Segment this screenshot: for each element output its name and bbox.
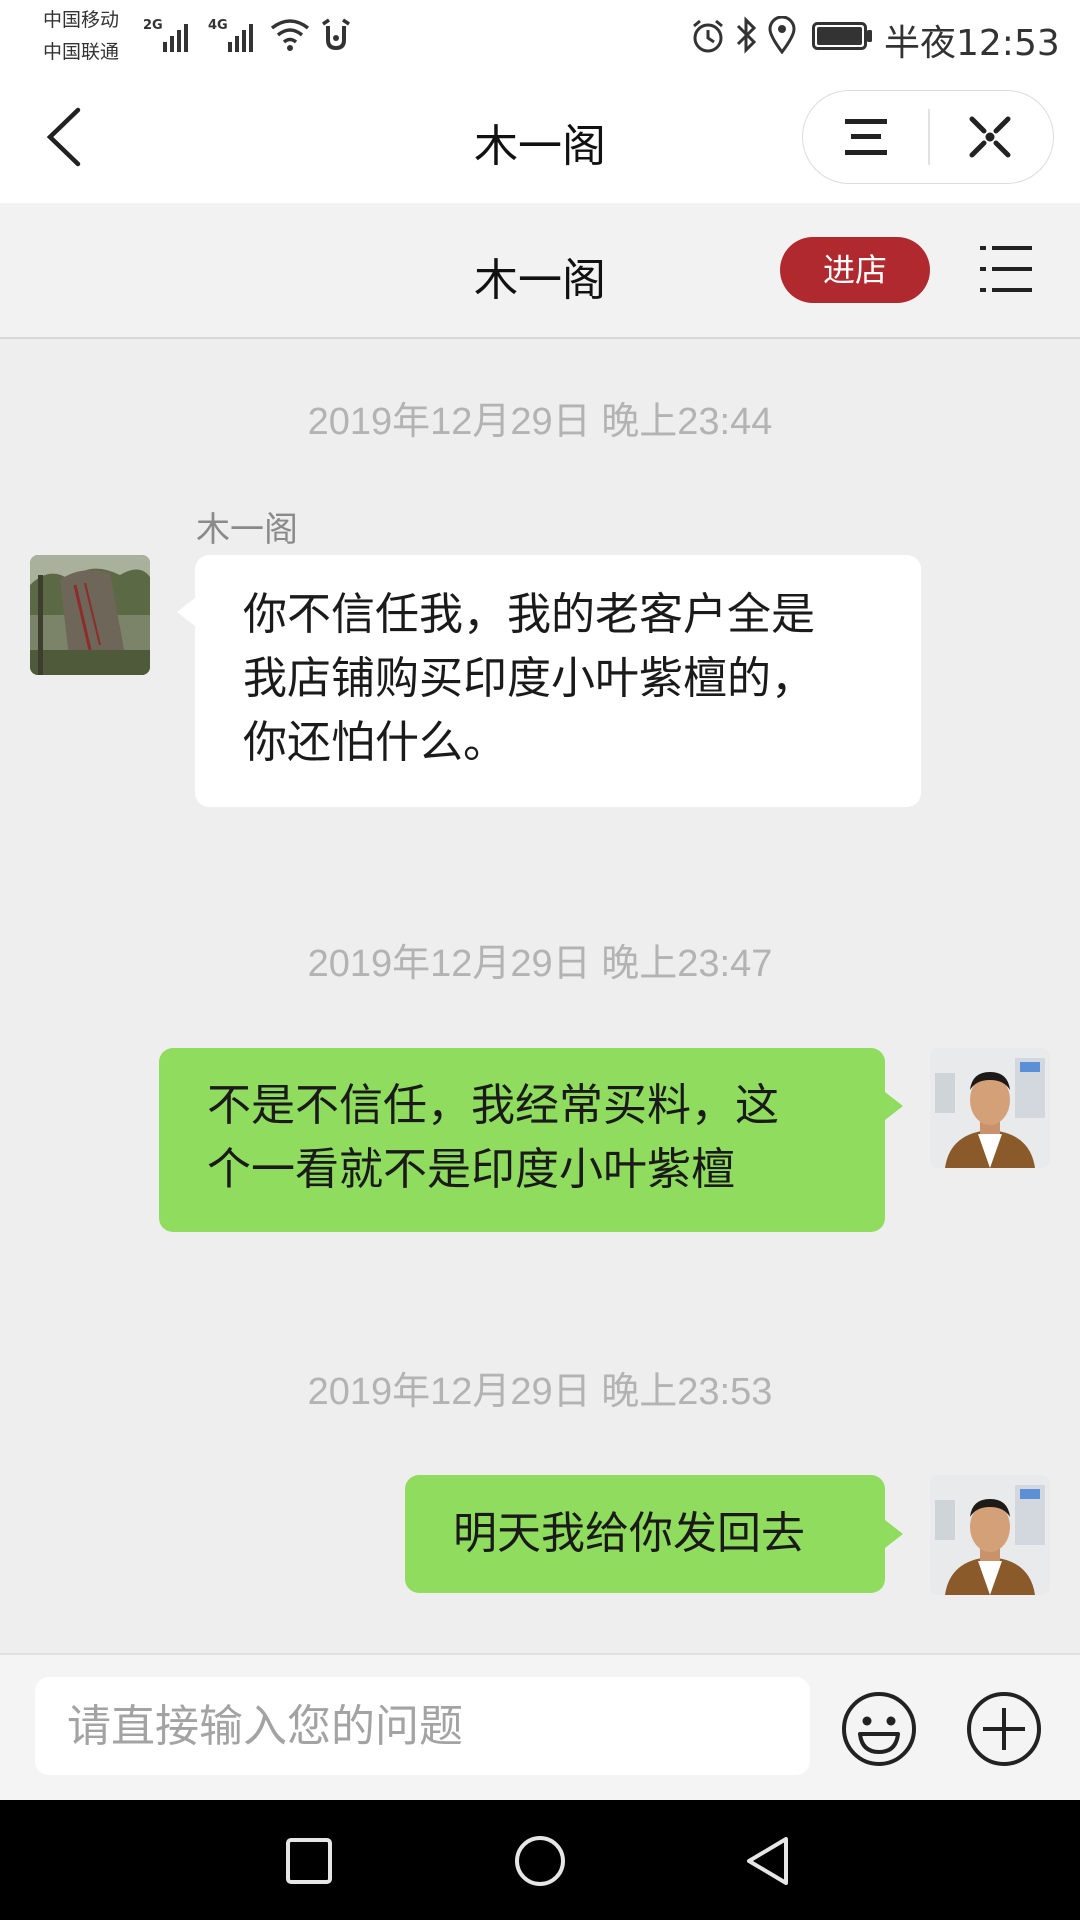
message-line: 不是不信任，我经常买料，这 bbox=[207, 1080, 779, 1131]
location-icon bbox=[768, 16, 796, 54]
message-line: 明天我给你发回去 bbox=[453, 1508, 805, 1559]
message-timestamp: 2019年12月29日 晚上23:44 bbox=[307, 401, 773, 443]
user-avatar-image bbox=[930, 1048, 1050, 1168]
shop-avatar[interactable] bbox=[30, 555, 150, 675]
navigation-bar bbox=[0, 1800, 1080, 1920]
message-line: 我店铺购买印度小叶紫檀的， bbox=[243, 653, 815, 704]
shop-avatar-image bbox=[30, 555, 150, 675]
alarm-icon bbox=[693, 19, 723, 53]
menu-icon[interactable] bbox=[843, 115, 889, 159]
message-timestamp: 2019年12月29日 晚上23:53 bbox=[307, 1371, 773, 1413]
carrier-1: 中国移动 bbox=[43, 9, 120, 31]
user-avatar-image bbox=[930, 1475, 1050, 1595]
bluetooth-icon bbox=[736, 16, 757, 54]
message-timestamp: 2019年12月29日 晚上23:47 bbox=[307, 943, 773, 985]
signal-icon: 2G bbox=[143, 14, 198, 54]
list-icon[interactable] bbox=[978, 243, 1034, 295]
bubble-tail bbox=[177, 598, 195, 626]
sender-name: 木一阁 bbox=[196, 510, 298, 550]
user-avatar[interactable] bbox=[930, 1475, 1050, 1595]
status-time: 半夜12:53 bbox=[884, 23, 1060, 64]
bubble-tail bbox=[885, 1520, 903, 1548]
signal-icon: 4G bbox=[208, 14, 263, 54]
message-line: 你还怕什么。 bbox=[243, 717, 507, 768]
message-line: 个一看就不是印度小叶紫檀 bbox=[207, 1144, 735, 1195]
wifi-icon bbox=[270, 19, 310, 51]
message-bubble-outgoing[interactable]: 明天我给你发回去 bbox=[405, 1475, 885, 1593]
close-icon[interactable] bbox=[966, 113, 1014, 161]
network-type-1: 2G bbox=[143, 18, 163, 33]
message-input[interactable] bbox=[35, 1677, 810, 1775]
battery-icon bbox=[812, 22, 872, 50]
message-bubble-outgoing[interactable]: 不是不信任，我经常买料，这 个一看就不是印度小叶紫檀 bbox=[159, 1048, 885, 1232]
user-avatar[interactable] bbox=[930, 1048, 1050, 1168]
capsule-menu bbox=[802, 90, 1054, 184]
enter-shop-button[interactable]: 进店 bbox=[780, 237, 930, 303]
bubble-tail bbox=[885, 1092, 903, 1120]
message-line: 你不信任我，我的老客户全是 bbox=[243, 589, 815, 640]
capsule-divider bbox=[928, 109, 930, 165]
back-triangle-icon[interactable] bbox=[744, 1834, 792, 1888]
home-icon[interactable] bbox=[514, 1835, 566, 1887]
emoji-icon[interactable] bbox=[840, 1690, 918, 1768]
carrier-2: 中国联通 bbox=[43, 41, 120, 63]
network-type-2: 4G bbox=[208, 18, 228, 33]
alarm-icon bbox=[322, 18, 350, 51]
recents-icon[interactable] bbox=[285, 1837, 333, 1885]
plus-icon[interactable] bbox=[965, 1690, 1043, 1768]
status-bar: 中国移动 中国联通 2G 4G 半夜12:53 bbox=[0, 0, 1080, 75]
message-bubble-incoming[interactable]: 你不信任我，我的老客户全是 我店铺购买印度小叶紫檀的， 你还怕什么。 bbox=[195, 555, 921, 807]
